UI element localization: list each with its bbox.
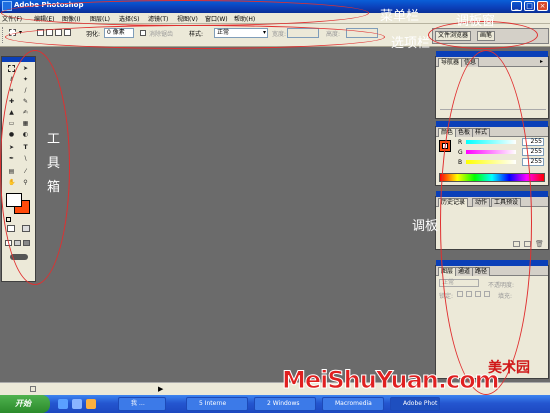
taskbar-item-macromedia[interactable]: Macromedia: [322, 397, 384, 411]
status-info-icon[interactable]: [30, 386, 36, 392]
annotation-ring-options: [5, 25, 385, 49]
close-icon[interactable]: ×: [537, 1, 548, 11]
watermark-domain: MeiShuYuan.com: [282, 366, 501, 395]
annotation-toolbox-2: 具: [47, 156, 61, 171]
ie-quicklaunch-icon[interactable]: [58, 399, 68, 409]
taskbar-item-windows[interactable]: 2 Windows: [254, 397, 316, 411]
minimize-icon[interactable]: _: [511, 1, 522, 11]
annotation-menubar: 菜单栏: [380, 9, 420, 24]
annotation-panels: 调板: [412, 219, 439, 234]
annotation-toolbox-1: 工: [47, 132, 61, 147]
taskbar-item-photoshop[interactable]: Adobe Phot: [390, 397, 440, 411]
annotation-palette-well: 调板窗: [456, 14, 496, 29]
start-label: 开始: [15, 399, 31, 408]
taskbar: 开始 我 … 5 Interne 2 Windows Macromedia Ad…: [0, 395, 550, 413]
annotation-ring-menubar: [1, 0, 369, 26]
status-arrow-icon[interactable]: ▶: [158, 385, 163, 393]
trash-icon[interactable]: 🗑: [535, 240, 544, 248]
annotation-ring-panels: [440, 50, 532, 395]
annotation-options: 选项栏: [391, 36, 431, 51]
panel-menu-icon[interactable]: ▸: [540, 58, 543, 65]
desktop-quicklaunch-icon[interactable]: [72, 399, 82, 409]
annotation-toolbox-3: 箱: [47, 180, 61, 195]
tab-navigator[interactable]: 导航器: [438, 58, 463, 67]
media-quicklaunch-icon[interactable]: [86, 399, 96, 409]
maximize-icon[interactable]: □: [524, 1, 535, 11]
taskbar-item-my-computer[interactable]: 我 …: [118, 397, 166, 411]
taskbar-item-internet[interactable]: 5 Interne: [186, 397, 248, 411]
grip-handle[interactable]: [2, 27, 4, 43]
start-button[interactable]: 开始: [0, 395, 50, 413]
